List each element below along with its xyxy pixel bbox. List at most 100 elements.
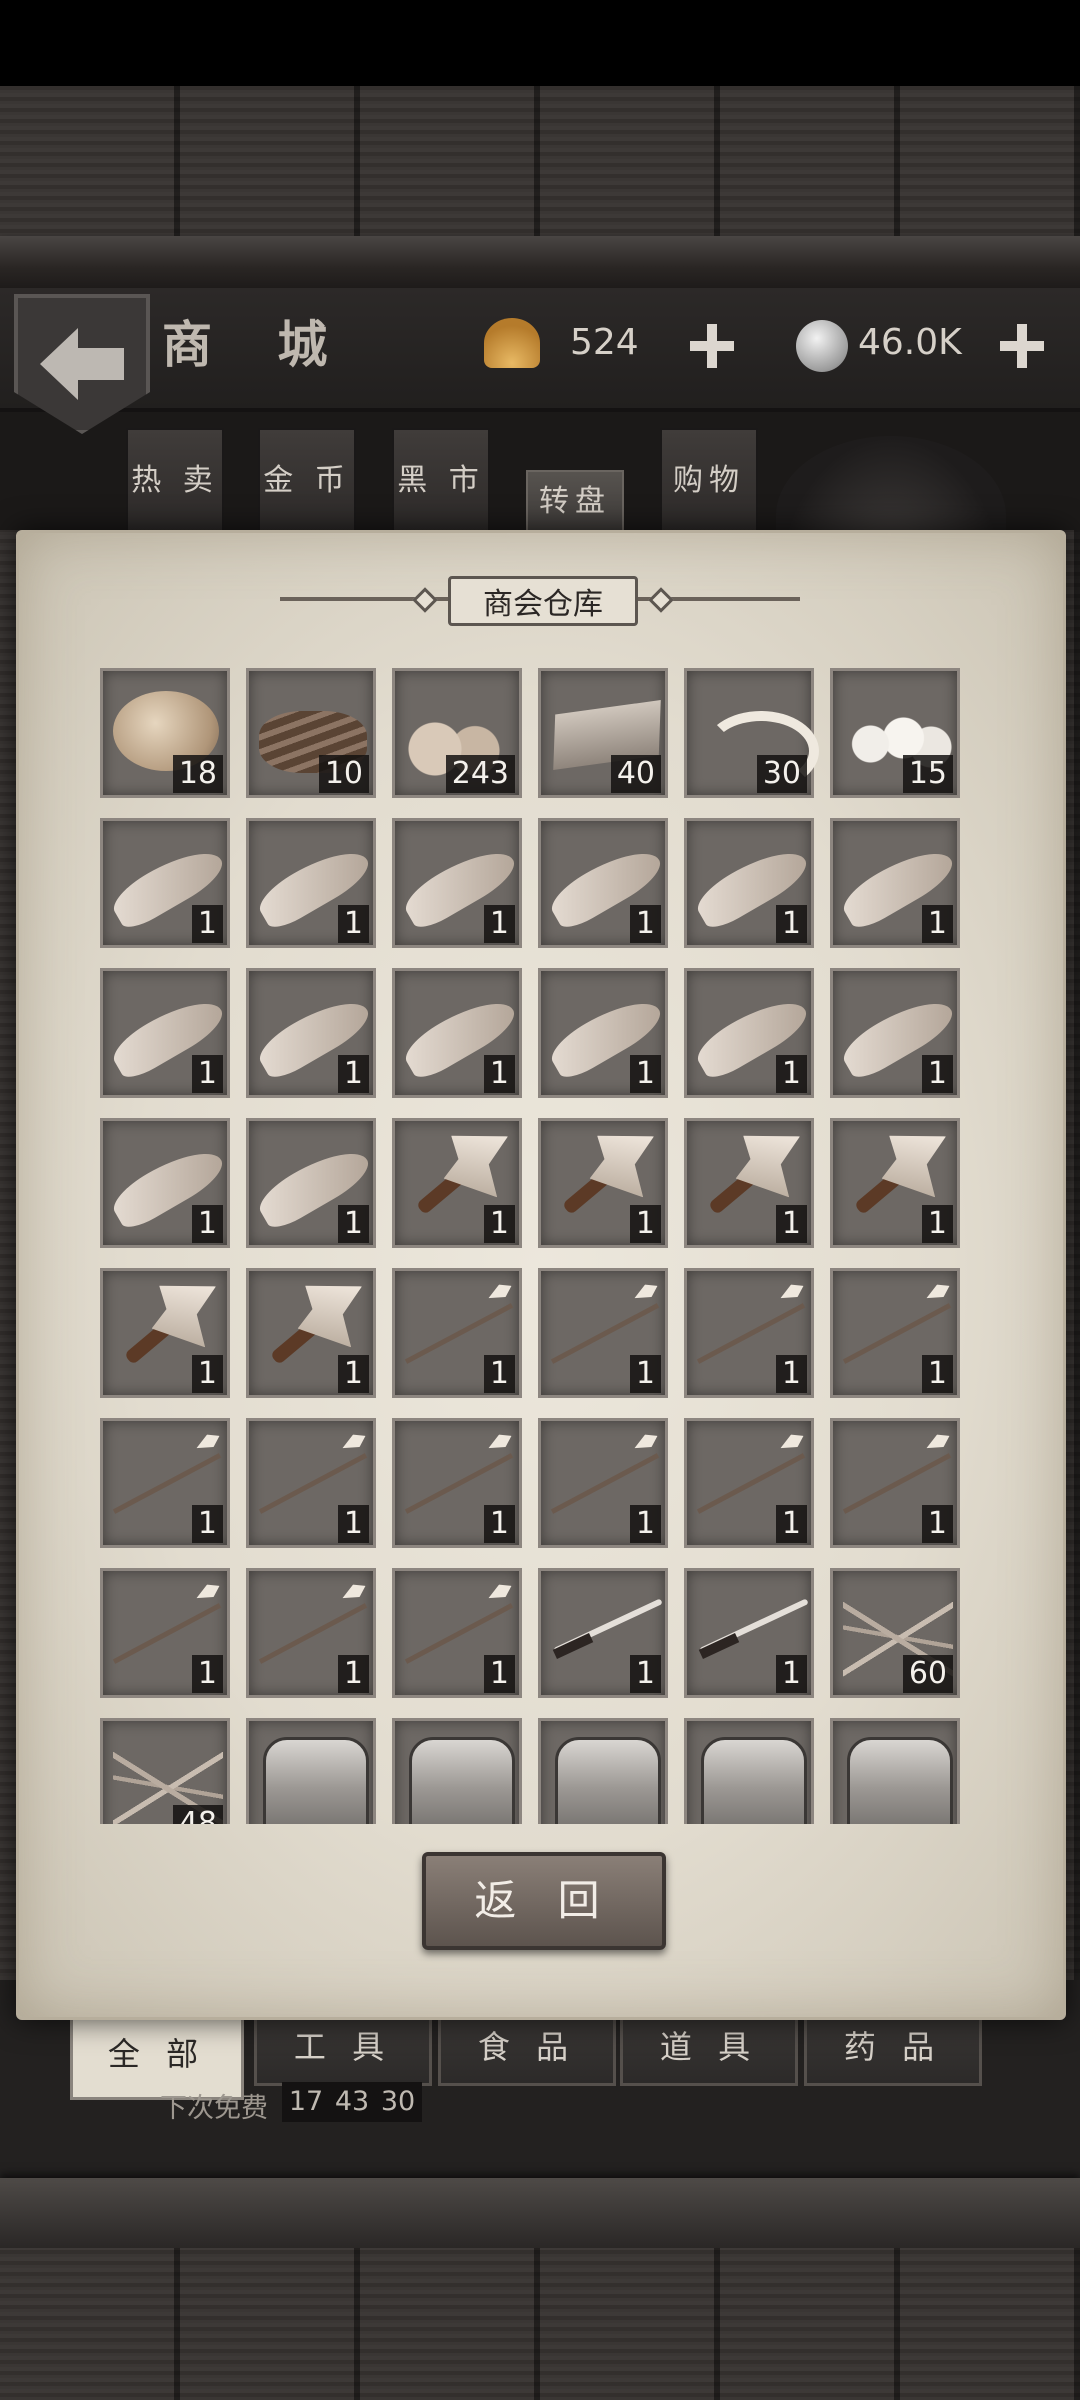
silver-coin-icon [796, 320, 848, 372]
item-count: 30 [756, 755, 807, 793]
item-slot[interactable]: 1 [100, 968, 230, 1098]
item-slot[interactable] [392, 1718, 522, 1824]
item-slot[interactable]: 1 [538, 1268, 668, 1398]
stove-icon [249, 1721, 373, 1824]
return-button[interactable]: 返 回 [422, 1852, 666, 1950]
item-slot[interactable]: 1 [100, 1268, 230, 1398]
item-slot[interactable]: 1 [538, 1118, 668, 1248]
item-slot[interactable] [538, 1718, 668, 1824]
item-count: 1 [775, 905, 807, 943]
back-button[interactable] [14, 294, 150, 434]
item-count: 60 [902, 1655, 953, 1693]
item-slot[interactable]: 1 [246, 1118, 376, 1248]
item-slot[interactable]: 1 [538, 968, 668, 1098]
item-count: 1 [921, 905, 953, 943]
item-slot[interactable]: 1 [246, 818, 376, 948]
add-coin-button[interactable] [996, 320, 1048, 372]
item-slot[interactable]: 1 [538, 1568, 668, 1698]
item-slot[interactable]: 1 [538, 818, 668, 948]
item-count: 1 [921, 1505, 953, 1543]
item-count: 1 [191, 1055, 223, 1093]
stove-icon [687, 1721, 811, 1824]
bottom-rail [0, 2178, 1080, 2248]
item-count: 1 [483, 1205, 515, 1243]
item-count: 1 [775, 1205, 807, 1243]
item-slot[interactable] [246, 1718, 376, 1824]
item-slot[interactable]: 1 [830, 1118, 960, 1248]
item-count: 1 [629, 1055, 661, 1093]
status-bar [0, 0, 1080, 86]
item-slot[interactable]: 1 [830, 818, 960, 948]
item-slot[interactable]: 60 [830, 1568, 960, 1698]
item-slot[interactable]: 1 [538, 1418, 668, 1548]
item-slot[interactable]: 1 [246, 968, 376, 1098]
back-arrow-shaft [74, 348, 124, 380]
item-count: 18 [172, 755, 223, 793]
stove-icon [833, 1721, 957, 1824]
item-slot[interactable]: 15 [830, 668, 960, 798]
tab-hot-sale[interactable]: 热 卖 [126, 428, 224, 534]
item-slot[interactable]: 48 [100, 1718, 230, 1824]
item-slot[interactable]: 1 [100, 1418, 230, 1548]
item-count: 1 [629, 1505, 661, 1543]
item-slot[interactable]: 1 [684, 818, 814, 948]
tab-black-market[interactable]: 黑 市 [392, 428, 490, 534]
item-count: 15 [902, 755, 953, 793]
item-slot[interactable]: 1 [246, 1268, 376, 1398]
tab-shopping[interactable]: 购物 [660, 428, 758, 534]
item-count: 40 [610, 755, 661, 793]
item-count: 1 [483, 1355, 515, 1393]
item-slot[interactable]: 1 [100, 818, 230, 948]
item-grid: 18 10 243 40 30 15 1 1 1 1 1 1 1 1 1 1 1 1 1 1 1 1 1 1 1 1 1 1 1 1 1 1 1… [98, 668, 970, 1824]
item-count: 1 [337, 1505, 369, 1543]
item-count: 1 [191, 1355, 223, 1393]
item-count: 1 [775, 1655, 807, 1693]
shell-icon [484, 318, 540, 368]
item-slot[interactable]: 1 [830, 968, 960, 1098]
item-slot[interactable]: 1 [246, 1418, 376, 1548]
item-slot[interactable]: 1 [392, 968, 522, 1098]
shell-count: 524 [570, 322, 639, 363]
item-count: 1 [483, 1505, 515, 1543]
page-title: 商 城 [162, 315, 352, 374]
item-slot[interactable]: 1 [100, 1568, 230, 1698]
item-slot[interactable]: 10 [246, 668, 376, 798]
item-slot[interactable]: 1 [246, 1568, 376, 1698]
item-count: 1 [483, 1055, 515, 1093]
item-slot[interactable]: 18 [100, 668, 230, 798]
item-slot[interactable]: 1 [830, 1268, 960, 1398]
item-count: 1 [629, 1655, 661, 1693]
add-shell-button[interactable] [686, 320, 738, 372]
item-slot[interactable]: 1 [684, 1118, 814, 1248]
item-slot[interactable]: 1 [392, 818, 522, 948]
item-slot[interactable]: 1 [392, 1568, 522, 1698]
item-count: 1 [337, 1355, 369, 1393]
item-slot[interactable]: 1 [684, 1418, 814, 1548]
item-slot[interactable]: 30 [684, 668, 819, 798]
item-slot[interactable]: 1 [392, 1268, 522, 1398]
item-count: 1 [629, 905, 661, 943]
item-slot[interactable] [830, 1718, 960, 1824]
item-slot[interactable]: 1 [684, 1268, 814, 1398]
item-count: 1 [775, 1055, 807, 1093]
item-count: 1 [629, 1205, 661, 1243]
item-count: 1 [191, 1655, 223, 1693]
item-slot[interactable]: 40 [538, 668, 668, 798]
item-slot[interactable]: 243 [392, 668, 522, 798]
item-count: 1 [921, 1055, 953, 1093]
item-slot[interactable]: 1 [684, 968, 814, 1098]
item-count: 1 [191, 905, 223, 943]
item-slot[interactable] [684, 1718, 814, 1824]
item-slot[interactable]: 1 [830, 1418, 960, 1548]
item-slot[interactable]: 1 [100, 1118, 230, 1248]
tab-gold[interactable]: 金 币 [258, 428, 356, 534]
item-count: 1 [921, 1205, 953, 1243]
item-slot[interactable]: 1 [684, 1568, 814, 1698]
item-slot[interactable]: 1 [392, 1418, 522, 1548]
item-slot[interactable]: 1 [392, 1118, 522, 1248]
timer-hours: 17 [282, 2082, 330, 2122]
tab-wheel[interactable]: 转盘 [526, 470, 624, 538]
item-count: 10 [318, 755, 369, 793]
item-count: 1 [337, 1655, 369, 1693]
back-arrow-icon [40, 328, 78, 400]
